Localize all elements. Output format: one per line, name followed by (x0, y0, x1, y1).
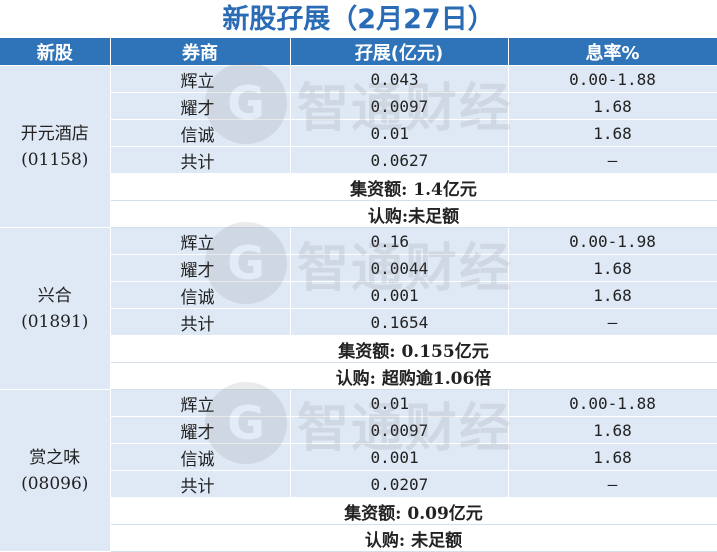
raised-amount-text: 集资额: 1.4亿元 (110, 173, 717, 201)
stock-cell: 兴合 (01891) (0, 227, 111, 390)
broker-cell: 耀才 (110, 254, 291, 282)
margin-amount-cell: 0.0097 (290, 92, 509, 120)
stock-name: 兴合 (37, 285, 72, 306)
header-stock: 新股 (0, 38, 111, 66)
broker-cell: 耀才 (110, 92, 291, 120)
margin-amount-cell: 0.0097 (290, 416, 509, 444)
broker-cell: 辉立 (110, 389, 291, 417)
margin-amount-cell: 0.043 (290, 65, 509, 93)
margin-amount-cell: 0.0207 (290, 470, 509, 498)
margin-amount-cell: 0.01 (290, 119, 509, 147)
page-title: 新股孖展（2月27日） (222, 4, 495, 35)
broker-cell: 信诚 (110, 281, 291, 309)
interest-rate-cell: 1.68 (508, 443, 717, 471)
margin-amount-cell: 0.001 (290, 281, 509, 309)
interest-rate-cell: 0.00-1.98 (508, 227, 717, 255)
broker-cell: 信诚 (110, 443, 291, 471)
interest-rate-cell: — (508, 146, 717, 174)
margin-amount-cell: 0.0044 (290, 254, 509, 282)
broker-cell: 信诚 (110, 119, 291, 147)
header-rate: 息率% (508, 38, 717, 66)
raised-amount-text: 集资额: 0.155亿元 (110, 335, 717, 363)
interest-rate-cell: 0.00-1.88 (508, 389, 717, 417)
stock-code: (08096) (21, 473, 89, 494)
stock-cell: 开元酒店 (01158) (0, 65, 111, 228)
interest-rate-cell: 1.68 (508, 119, 717, 147)
margin-amount-cell: 0.0627 (290, 146, 509, 174)
ipo-margin-table: 新股 券商 孖展(亿元) 息率% 开元酒店 (01158) 辉立 0.043 0.00-… (0, 38, 717, 552)
table-row: 赏之味 (08096) 辉立 0.01 0.00-1.88 (0, 389, 717, 552)
stock-code: (01158) (21, 149, 89, 170)
stock-cell: 赏之味 (08096) (0, 389, 111, 552)
interest-rate-cell: 1.68 (508, 92, 717, 120)
broker-cell: 辉立 (110, 227, 291, 255)
table-row: 开元酒店 (01158) 辉立 0.043 0.00-1.88 (0, 65, 717, 228)
stock-name: 赏之味 (29, 447, 81, 468)
broker-cell: 共计 (110, 308, 291, 336)
margin-amount-cell: 0.16 (290, 227, 509, 255)
interest-rate-cell: 1.68 (508, 281, 717, 309)
header-margin: 孖展(亿元) (290, 38, 509, 66)
broker-cell: 共计 (110, 146, 291, 174)
table-row: 兴合 (01891) 辉立 0.16 0.00-1.98 (0, 227, 717, 390)
header-broker: 券商 (110, 38, 291, 66)
interest-rate-cell: 1.68 (508, 416, 717, 444)
stock-code: (01891) (21, 311, 89, 332)
raised-amount-text: 集资额: 0.09亿元 (110, 497, 717, 525)
stock-name: 开元酒店 (20, 123, 89, 144)
interest-rate-cell: — (508, 470, 717, 498)
interest-rate-cell: 1.68 (508, 254, 717, 282)
interest-rate-cell: — (508, 308, 717, 336)
interest-rate-cell: 0.00-1.88 (508, 65, 717, 93)
margin-amount-cell: 0.1654 (290, 308, 509, 336)
broker-cell: 辉立 (110, 65, 291, 93)
header-row: 新股 券商 孖展(亿元) 息率% (0, 38, 717, 66)
subscription-status-text: 认购: 未足额 (110, 524, 717, 552)
subscription-status-text: 认购: 超购逾1.06倍 (110, 362, 717, 390)
broker-cell: 共计 (110, 470, 291, 498)
subscription-status-text: 认购:未足额 (110, 200, 717, 228)
margin-amount-cell: 0.01 (290, 389, 509, 417)
broker-cell: 耀才 (110, 416, 291, 444)
margin-amount-cell: 0.001 (290, 443, 509, 471)
